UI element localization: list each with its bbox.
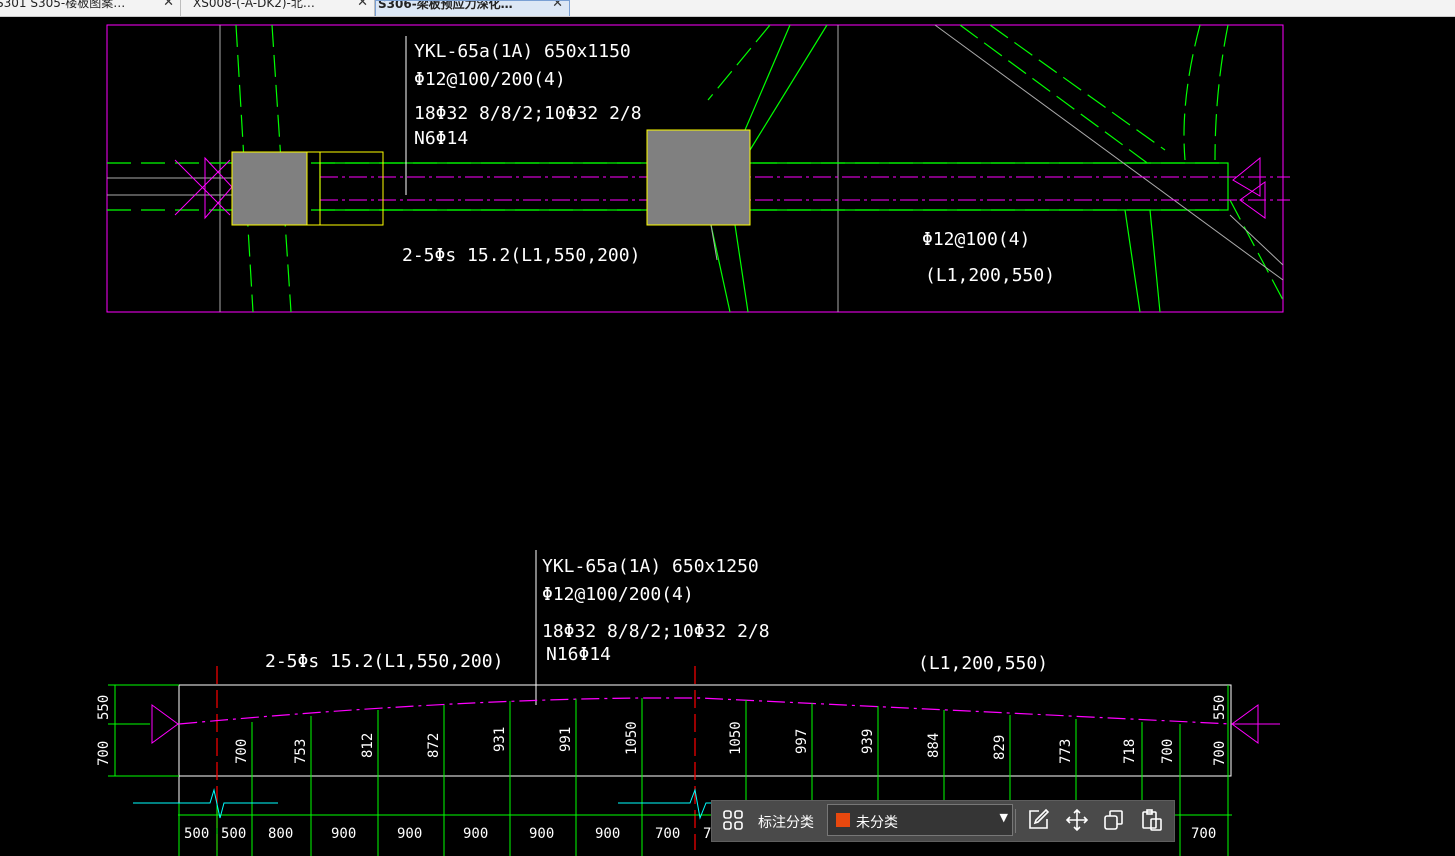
spacing-label: 500: [221, 826, 246, 842]
column-middle: [646, 129, 751, 226]
profile-height-labels: 700 753 812 872 931 991 1050 1050 997 93…: [234, 721, 1176, 764]
spacing-label: 700: [655, 826, 680, 842]
close-icon[interactable]: ✕: [357, 0, 368, 9]
spacing-label: 500: [184, 826, 209, 842]
tab-label: S306-梁板预应力深化…: [378, 0, 513, 11]
spacing-label: 900: [463, 826, 488, 842]
tab-xs008[interactable]: XS008-(-A-DK2)-北… ✕: [181, 0, 375, 16]
tab-label: XS008-(-A-DK2)-北…: [193, 0, 315, 10]
left-dim-550: 550: [96, 695, 112, 720]
spacing-label: 900: [397, 826, 422, 842]
copy-icon[interactable]: [1101, 807, 1127, 833]
height-label: 872: [426, 733, 442, 758]
height-label: 753: [293, 739, 309, 764]
spacing-label: 900: [529, 826, 554, 842]
height-label: 1050: [624, 721, 640, 755]
height-label: 718: [1122, 739, 1138, 764]
height-label: 829: [992, 735, 1008, 760]
height-label: 991: [558, 727, 574, 752]
elev-side-bars: N16Φ14: [546, 644, 611, 665]
edit-icon[interactable]: [1025, 807, 1051, 833]
tab-label: S301 S305-楼板图案…: [0, 0, 126, 10]
grid-icon[interactable]: [720, 807, 746, 833]
left-dim-700: 700: [96, 741, 112, 766]
right-dim-700: 700: [1212, 741, 1228, 766]
annotation-category-label: 标注分类: [758, 814, 814, 830]
height-label: 700: [1160, 739, 1176, 764]
tendon-profile: [178, 697, 1232, 725]
height-label: 773: [1058, 739, 1074, 764]
elev-stirrup: Φ12@100/200(4): [542, 584, 694, 605]
toolbar-divider: [1015, 809, 1016, 833]
category-color-swatch: [836, 813, 850, 827]
close-icon[interactable]: ✕: [552, 1, 563, 10]
annotation-category-select[interactable]: 未分类 ▼: [827, 804, 1013, 836]
height-label: 700: [234, 739, 250, 764]
height-label: 812: [360, 733, 376, 758]
height-label: 1050: [728, 721, 744, 755]
tab-s301[interactable]: S301 S305-楼板图案… ✕: [0, 0, 181, 16]
elev-beam-title: YKL-65a(1A) 650x1250: [542, 556, 759, 577]
document-tab-bar: S301 S305-楼板图案… ✕ XS008-(-A-DK2)-北… ✕ S3…: [0, 0, 1455, 17]
paste-icon[interactable]: [1139, 807, 1165, 833]
elev-tendon-right: (L1,200,550): [918, 653, 1048, 674]
plan-tendon: 2-5Φs 15.2(L1,550,200): [402, 245, 640, 266]
plan-beam-title: YKL-65a(1A) 650x1150: [414, 41, 631, 62]
plan-main-bars: 18Φ32 8/8/2;10Φ32 2/8: [414, 103, 642, 124]
close-icon[interactable]: ✕: [163, 0, 174, 9]
spacing-label: 900: [331, 826, 356, 842]
move-icon[interactable]: [1064, 807, 1090, 833]
category-select-value: 未分类: [856, 814, 898, 830]
plan-side-bars: N6Φ14: [414, 128, 468, 149]
annotation-toolbar: 标注分类 未分类 ▼: [711, 800, 1175, 842]
plan-tendon-right: (L1,200,550): [925, 265, 1055, 286]
height-label: 997: [794, 729, 810, 754]
plan-stirrup-right: Φ12@100(4): [922, 229, 1030, 250]
elev-tendon: 2-5Φs 15.2(L1,550,200): [265, 651, 503, 672]
plan-view: YKL-65a(1A) 650x1150 Φ12@100/200(4) 18Φ3…: [106, 24, 1290, 313]
break-lines: [133, 788, 712, 820]
spacing-label: 900: [595, 826, 620, 842]
spacing-label: 800: [268, 826, 293, 842]
height-label: 884: [926, 733, 942, 758]
right-dim-550: 550: [1212, 695, 1228, 720]
plan-stirrup: Φ12@100/200(4): [414, 69, 566, 90]
cad-drawing-canvas[interactable]: YKL-65a(1A) 650x1150 Φ12@100/200(4) 18Φ3…: [0, 16, 1455, 856]
spacing-label: 700: [1191, 826, 1216, 842]
chevron-down-icon: ▼: [999, 811, 1008, 824]
column-left: [231, 151, 308, 226]
height-label: 931: [492, 727, 508, 752]
elev-main-bars: 18Φ32 8/8/2;10Φ32 2/8: [542, 621, 770, 642]
height-label: 939: [860, 729, 876, 754]
tab-s306[interactable]: S306-梁板预应力深化… ✕: [375, 0, 570, 16]
